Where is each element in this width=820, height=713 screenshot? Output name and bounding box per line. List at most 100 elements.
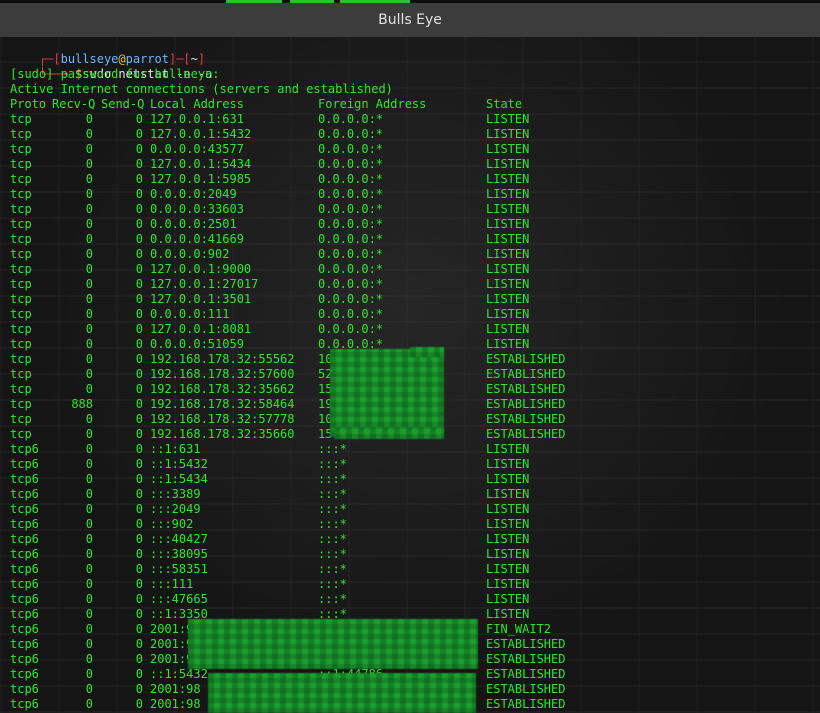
cell-send-q: 0 xyxy=(135,427,143,441)
cell-state: LISTEN xyxy=(486,172,530,186)
cell-local-address: 192.168.178.32:35662 xyxy=(150,382,295,396)
column-header: Proto xyxy=(10,97,47,111)
cell-recv-q: 0 xyxy=(85,112,93,126)
cell-proto: tcp6 xyxy=(10,562,39,576)
cell-recv-q: 0 xyxy=(85,622,93,636)
cell-local-address: 2001:9 xyxy=(150,622,194,636)
cell-send-q: 0 xyxy=(135,262,143,276)
cell-send-q: 0 xyxy=(135,532,143,546)
cell-foreign-address: :::* xyxy=(318,577,347,591)
cell-recv-q: 0 xyxy=(85,697,93,711)
cell-recv-q: 0 xyxy=(85,652,93,666)
cell-send-q: 0 xyxy=(135,637,143,651)
cell-recv-q: 0 xyxy=(85,532,93,546)
cell-recv-q: 0 xyxy=(85,157,93,171)
cell-recv-q: 0 xyxy=(85,457,93,471)
cell-foreign-address: 0.0.0.0:* xyxy=(318,127,384,141)
cell-recv-q: 0 xyxy=(85,517,93,531)
cell-recv-q: 0 xyxy=(85,502,93,516)
cell-local-address: 127.0.0.1:5434 xyxy=(150,157,252,171)
cell-recv-q: 0 xyxy=(85,352,93,366)
cell-state: LISTEN xyxy=(486,442,530,456)
cell-proto: tcp6 xyxy=(10,682,39,696)
cell-foreign-address: :::* xyxy=(318,457,347,471)
cell-local-address: 192.168.178.32:58464 xyxy=(150,397,295,411)
cell-recv-q: 0 xyxy=(85,667,93,681)
cell-foreign-address: 0.0.0.0:* xyxy=(318,232,384,246)
cell-foreign-address: :::* xyxy=(318,442,347,456)
cell-proto: tcp6 xyxy=(10,532,39,546)
cell-proto: tcp xyxy=(10,412,32,426)
cell-state: LISTEN xyxy=(486,487,530,501)
cell-recv-q: 0 xyxy=(85,337,93,351)
cell-foreign-address: :::* xyxy=(318,562,347,576)
cell-local-address: 0.0.0.0:51059 xyxy=(150,337,244,351)
cell-foreign-address: :::* xyxy=(318,592,347,606)
cell-proto: tcp6 xyxy=(10,577,39,591)
cell-proto: tcp xyxy=(10,157,32,171)
cell-recv-q: 0 xyxy=(85,637,93,651)
cell-proto: tcp xyxy=(10,112,32,126)
cell-state: LISTEN xyxy=(486,307,530,321)
cell-send-q: 0 xyxy=(135,517,143,531)
cell-send-q: 0 xyxy=(135,472,143,486)
cell-local-address: 0.0.0.0:111 xyxy=(150,307,230,321)
cell-foreign-address: 0.0.0.0:* xyxy=(318,307,384,321)
cell-foreign-address: :::* xyxy=(318,517,347,531)
cell-proto: tcp xyxy=(10,292,32,306)
cell-foreign-address: :::* xyxy=(318,472,347,486)
cell-send-q: 0 xyxy=(135,277,143,291)
cell-state: LISTEN xyxy=(486,187,530,201)
cell-proto: tcp xyxy=(10,142,32,156)
cell-recv-q: 0 xyxy=(85,202,93,216)
cell-recv-q: 0 xyxy=(85,232,93,246)
cell-local-address: ::1:631 xyxy=(150,442,201,456)
cell-recv-q: 0 xyxy=(85,592,93,606)
cell-local-address: 127.0.0.1:9000 xyxy=(150,262,252,276)
redaction-block xyxy=(208,673,476,713)
cell-recv-q: 0 xyxy=(85,487,93,501)
cell-send-q: 0 xyxy=(135,442,143,456)
cell-proto: tcp xyxy=(10,172,32,186)
terminal-output[interactable]: ┌─[bullseye@parrot]─[~] └──╼ $sudo netst… xyxy=(0,37,820,713)
cell-send-q: 0 xyxy=(135,172,143,186)
cell-proto: tcp xyxy=(10,367,32,381)
cell-state: ESTABLISHED xyxy=(486,637,566,651)
cell-send-q: 0 xyxy=(135,592,143,606)
cell-foreign-address: 0.0.0.0:* xyxy=(318,187,384,201)
cell-local-address: 2001:9 xyxy=(150,652,194,666)
cell-state: LISTEN xyxy=(486,547,530,561)
cell-foreign-address: :::* xyxy=(318,547,347,561)
cell-send-q: 0 xyxy=(135,382,143,396)
column-header: State xyxy=(486,97,523,111)
cell-state: LISTEN xyxy=(486,337,530,351)
cell-local-address: :::40427 xyxy=(150,532,208,546)
cell-send-q: 0 xyxy=(135,487,143,501)
cell-send-q: 0 xyxy=(135,682,143,696)
cell-recv-q: 0 xyxy=(85,307,93,321)
redaction-block xyxy=(330,349,444,437)
cell-proto: tcp xyxy=(10,382,32,396)
cell-foreign-address: 0.0.0.0:* xyxy=(318,202,384,216)
cell-proto: tcp6 xyxy=(10,592,39,606)
cell-local-address: :::2049 xyxy=(150,502,201,516)
window-titlebar[interactable]: Bulls Eye xyxy=(0,3,820,38)
cell-send-q: 0 xyxy=(135,217,143,231)
cell-proto: tcp xyxy=(10,322,32,336)
cell-send-q: 0 xyxy=(135,202,143,216)
cell-state: LISTEN xyxy=(486,292,530,306)
cell-send-q: 0 xyxy=(135,397,143,411)
cell-state: LISTEN xyxy=(486,577,530,591)
cell-proto: tcp xyxy=(10,202,32,216)
cell-state: LISTEN xyxy=(486,232,530,246)
cell-local-address: 127.0.0.1:5432 xyxy=(150,127,252,141)
cell-foreign-address: 0.0.0.0:* xyxy=(318,262,384,276)
cell-proto: tcp6 xyxy=(10,697,39,711)
cell-recv-q: 0 xyxy=(85,367,93,381)
redaction-block xyxy=(410,347,444,357)
cell-state: LISTEN xyxy=(486,157,530,171)
column-header: Local Address xyxy=(150,97,244,111)
cell-recv-q: 0 xyxy=(85,217,93,231)
cell-send-q: 0 xyxy=(135,247,143,261)
cell-foreign-address: 0.0.0.0:* xyxy=(318,172,384,186)
